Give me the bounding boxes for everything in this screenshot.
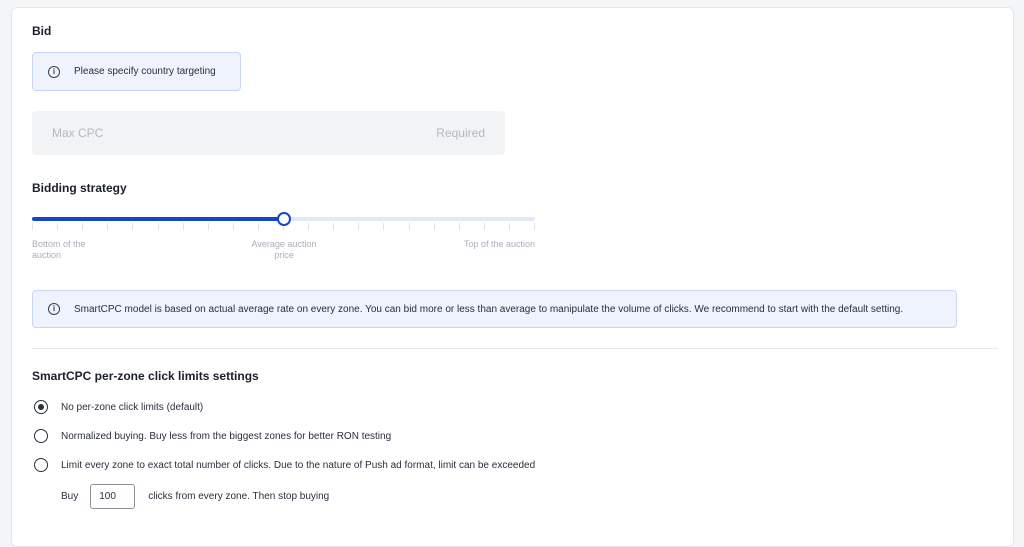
slider-tick <box>534 223 535 230</box>
slider-tick <box>409 223 410 230</box>
slider-tick <box>158 223 159 230</box>
slider-label-bottom: Bottom of the auction <box>32 239 86 260</box>
radio-option-no-limits[interactable]: No per-zone click limits (default) <box>34 400 203 414</box>
slider-tick <box>233 223 234 230</box>
slider-tick <box>258 223 259 230</box>
slider-tick <box>132 223 133 230</box>
buy-prefix-label: Buy <box>61 491 79 502</box>
smartcpc-info-text: SmartCPC model is based on actual averag… <box>74 303 904 315</box>
bidding-strategy-slider[interactable] <box>32 211 535 233</box>
required-label: Required <box>436 126 485 140</box>
slider-tick <box>459 223 460 230</box>
slider-tick <box>333 223 334 230</box>
slider-label-top: Top of the auction <box>463 239 535 249</box>
slider-tick <box>434 223 435 230</box>
click-limits-title: SmartCPC per-zone click limits settings <box>32 369 259 383</box>
clicks-per-zone-input[interactable] <box>90 484 136 509</box>
bid-settings-card: Bid i Please specify country targeting R… <box>11 7 1014 547</box>
radio-option-label: Limit every zone to exact total number o… <box>61 459 536 471</box>
bidding-strategy-title: Bidding strategy <box>32 181 127 195</box>
slider-tick <box>183 223 184 230</box>
slider-tick <box>82 223 83 230</box>
slider-tick <box>107 223 108 230</box>
slider-fill <box>32 217 284 221</box>
country-targeting-notice: i Please specify country targeting <box>32 52 241 91</box>
slider-tick <box>57 223 58 230</box>
radio-option-label: No per-zone click limits (default) <box>61 401 204 413</box>
slider-tick <box>383 223 384 230</box>
radio-option-limit-every-zone[interactable]: Limit every zone to exact total number o… <box>34 458 535 472</box>
buy-suffix-label: clicks from every zone. Then stop buying <box>148 491 330 502</box>
buy-limit-row: Buy clicks from every zone. Then stop bu… <box>61 484 329 509</box>
slider-handle[interactable] <box>277 212 291 226</box>
radio-option-label: Normalized buying. Buy less from the big… <box>61 430 392 442</box>
slider-tick <box>509 223 510 230</box>
slider-tick <box>358 223 359 230</box>
info-icon: i <box>48 303 60 315</box>
bid-section-title: Bid <box>32 24 52 38</box>
max-cpc-field[interactable]: Required <box>32 111 505 155</box>
slider-tick <box>484 223 485 230</box>
slider-tick <box>32 223 33 230</box>
radio-button[interactable] <box>34 429 48 443</box>
radio-button[interactable] <box>34 458 48 472</box>
country-targeting-notice-text: Please specify country targeting <box>74 66 216 77</box>
slider-tick <box>308 223 309 230</box>
section-divider <box>32 348 998 349</box>
smartcpc-info-notice: i SmartCPC model is based on actual aver… <box>32 290 957 328</box>
slider-tick <box>208 223 209 230</box>
slider-label-average: Average auction price <box>251 239 317 260</box>
info-icon: i <box>48 65 60 78</box>
radio-option-normalized-buying[interactable]: Normalized buying. Buy less from the big… <box>34 429 391 443</box>
radio-button[interactable] <box>34 400 48 414</box>
max-cpc-input[interactable] <box>32 111 505 155</box>
